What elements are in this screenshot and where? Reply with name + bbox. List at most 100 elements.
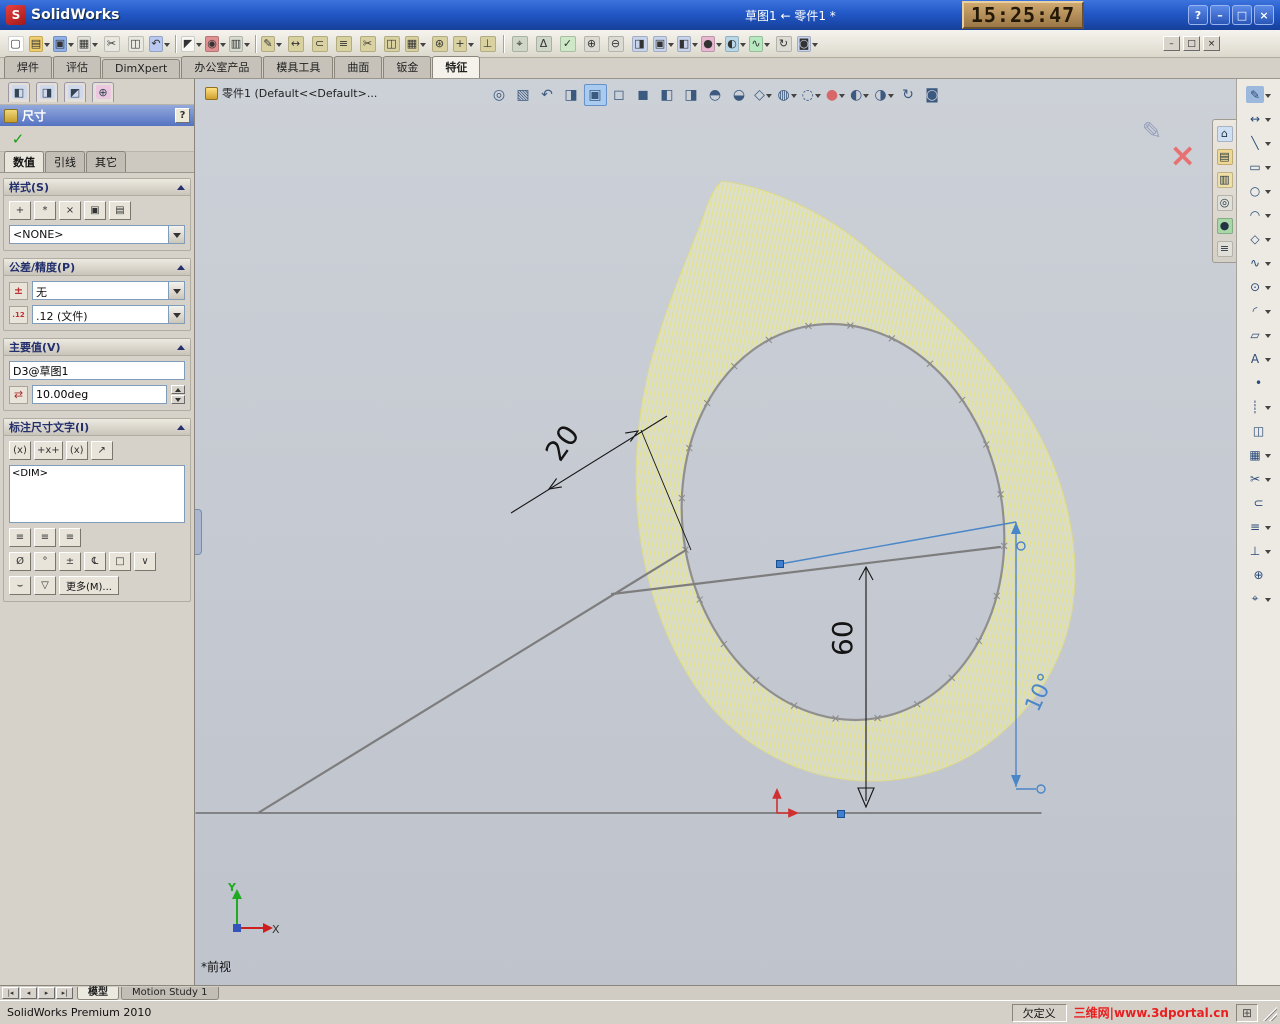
spin-up-button[interactable]: [171, 385, 185, 394]
tab-office-products[interactable]: 办公室产品: [181, 56, 263, 78]
file-explorer-icon[interactable]: ▥: [1215, 169, 1235, 190]
pm-help-button[interactable]: ?: [175, 108, 190, 123]
close-button[interactable]: ×: [1254, 5, 1274, 25]
line-icon[interactable]: ╲: [1239, 131, 1279, 154]
precision-dropdown[interactable]: .12 (文件): [32, 305, 185, 324]
document-restore-button[interactable]: □: [1183, 36, 1200, 51]
point-icon[interactable]: •: [1239, 371, 1279, 394]
scene-icon[interactable]: ◐: [724, 33, 747, 55]
resize-grip[interactable]: [1261, 1004, 1277, 1021]
polygon-icon[interactable]: ◇: [1239, 227, 1279, 250]
camera-icon[interactable]: ◙: [921, 84, 944, 106]
sketch-icon[interactable]: ✎: [260, 33, 283, 55]
print-icon[interactable]: ▦: [76, 33, 99, 55]
rectangle-icon[interactable]: ▭: [1239, 155, 1279, 178]
pm-tab-value[interactable]: 数值: [4, 151, 44, 172]
offset-text-button[interactable]: (x): [65, 441, 88, 460]
more-button[interactable]: 更多(M)...: [59, 576, 119, 595]
dropdown-arrow-icon[interactable]: [168, 306, 184, 323]
pm-tab-other[interactable]: 其它: [86, 151, 126, 172]
reverse-sense-icon[interactable]: [9, 385, 28, 404]
center-text-button[interactable]: +x+: [34, 441, 63, 460]
tolerance-section-header[interactable]: 公差/精度(P): [4, 259, 190, 276]
view-settings-icon[interactable]: ◑: [872, 84, 895, 106]
offset-entities-icon[interactable]: ≡: [332, 33, 355, 55]
save-style-button[interactable]: ▣: [84, 201, 106, 220]
section-view-icon[interactable]: ◨: [628, 33, 651, 55]
text-icon[interactable]: A: [1239, 347, 1279, 370]
panel-splitter-handle[interactable]: [195, 509, 202, 555]
plane-icon[interactable]: ▱: [1239, 323, 1279, 346]
trim-entities-icon[interactable]: ✂: [356, 33, 379, 55]
options-icon[interactable]: ▥: [228, 33, 251, 55]
spline-tools-icon[interactable]: ∿: [748, 33, 771, 55]
zoom-area-icon[interactable]: ▧: [511, 84, 534, 106]
maximize-button[interactable]: □: [1232, 5, 1252, 25]
new-document-icon[interactable]: ▢: [4, 33, 27, 55]
spin-down-button[interactable]: [171, 395, 185, 404]
zoom-out-icon[interactable]: ⊖: [604, 33, 627, 55]
leader-text-button[interactable]: ↗: [90, 441, 113, 460]
parenthesis-button[interactable]: (x): [9, 441, 31, 460]
isometric-view-icon[interactable]: ◇: [751, 84, 774, 106]
confirm-exit-sketch-icon[interactable]: [1142, 117, 1162, 145]
dimension-handle-circle[interactable]: [1036, 784, 1046, 794]
convert-icon[interactable]: ⊂: [1239, 491, 1279, 514]
last-tab-button[interactable]: ▸|: [56, 987, 73, 999]
align-right-button[interactable]: ≡: [59, 528, 81, 547]
tolerance-type-dropdown[interactable]: 无: [32, 281, 185, 300]
property-manager-tab-icon[interactable]: ◨: [36, 81, 58, 102]
centerline-symbol-button[interactable]: ℄: [84, 552, 106, 571]
align-center-button[interactable]: ≡: [34, 528, 56, 547]
first-tab-button[interactable]: |◂: [2, 987, 19, 999]
circular-pattern-icon[interactable]: ⊛: [428, 33, 451, 55]
view-orientation-icon[interactable]: ▣: [583, 84, 607, 106]
mirror-icon[interactable]: ◫: [1239, 419, 1279, 442]
solidworks-resources-icon[interactable]: ⌂: [1215, 123, 1235, 144]
custom-properties-icon[interactable]: ≡: [1215, 238, 1235, 259]
plus-minus-symbol-button[interactable]: ±: [59, 552, 81, 571]
dimension-text-area[interactable]: <DIM>: [9, 465, 185, 523]
style-section-header[interactable]: 样式(S): [4, 179, 190, 196]
add-style-button[interactable]: *: [34, 201, 56, 220]
arc-icon[interactable]: ◠: [1239, 203, 1279, 226]
zoom-in-icon[interactable]: ⊕: [580, 33, 603, 55]
pattern-icon[interactable]: ▦: [1239, 443, 1279, 466]
feature-tree-flyout[interactable]: 零件1 (Default<<Default>...: [205, 85, 377, 101]
rotate-view-icon[interactable]: ↻: [772, 33, 795, 55]
primary-value-section-header[interactable]: 主要值(V): [4, 339, 190, 356]
diameter-symbol-button[interactable]: Ø: [9, 552, 31, 571]
bottom-view-icon[interactable]: ◒: [727, 84, 750, 106]
view-orientation-icon[interactable]: ▣: [652, 33, 675, 55]
configuration-manager-tab-icon[interactable]: ◩: [64, 81, 86, 102]
dimxpert-manager-tab-icon[interactable]: ⊕: [92, 81, 114, 102]
copy-icon[interactable]: ◫: [124, 33, 147, 55]
appearances-icon[interactable]: ●: [1215, 215, 1235, 236]
smart-dimension-icon[interactable]: ↔: [1239, 107, 1279, 130]
square-symbol-button[interactable]: □: [109, 552, 131, 571]
confirm-cancel-sketch-icon[interactable]: [1169, 139, 1196, 171]
dimension-60-text[interactable]: 60: [826, 620, 859, 656]
tab-features[interactable]: 特征: [432, 56, 481, 78]
display-style-icon[interactable]: ◧: [676, 33, 699, 55]
rebuild-icon[interactable]: ◉: [204, 33, 227, 55]
save-icon[interactable]: ▣: [52, 33, 75, 55]
repair-sketch-icon[interactable]: ⊕: [1239, 563, 1279, 586]
edit-appearance-icon[interactable]: ●: [824, 84, 847, 106]
section-view-icon[interactable]: ◨: [559, 84, 582, 106]
tab-evaluate[interactable]: 评估: [53, 56, 101, 78]
front-view-icon[interactable]: ◻: [607, 84, 630, 106]
tab-model[interactable]: 模型: [77, 986, 119, 1000]
undo-icon[interactable]: ↶: [148, 33, 171, 55]
offset-icon[interactable]: ≡: [1239, 515, 1279, 538]
centerline-icon[interactable]: ┊: [1239, 395, 1279, 418]
pm-ok-button[interactable]: ✓: [6, 129, 30, 149]
ellipse-icon[interactable]: ⊙: [1239, 275, 1279, 298]
next-tab-button[interactable]: ▸: [38, 987, 55, 999]
zoom-fit-icon[interactable]: ◎: [487, 84, 510, 106]
check-icon[interactable]: ✓: [556, 33, 579, 55]
quick-snaps-icon[interactable]: ⌖: [1239, 587, 1279, 610]
pm-tab-leaders[interactable]: 引线: [45, 151, 85, 172]
inspection-dimension-button[interactable]: ▽: [34, 576, 56, 595]
sketch-diagonal-line[interactable]: [256, 548, 688, 815]
